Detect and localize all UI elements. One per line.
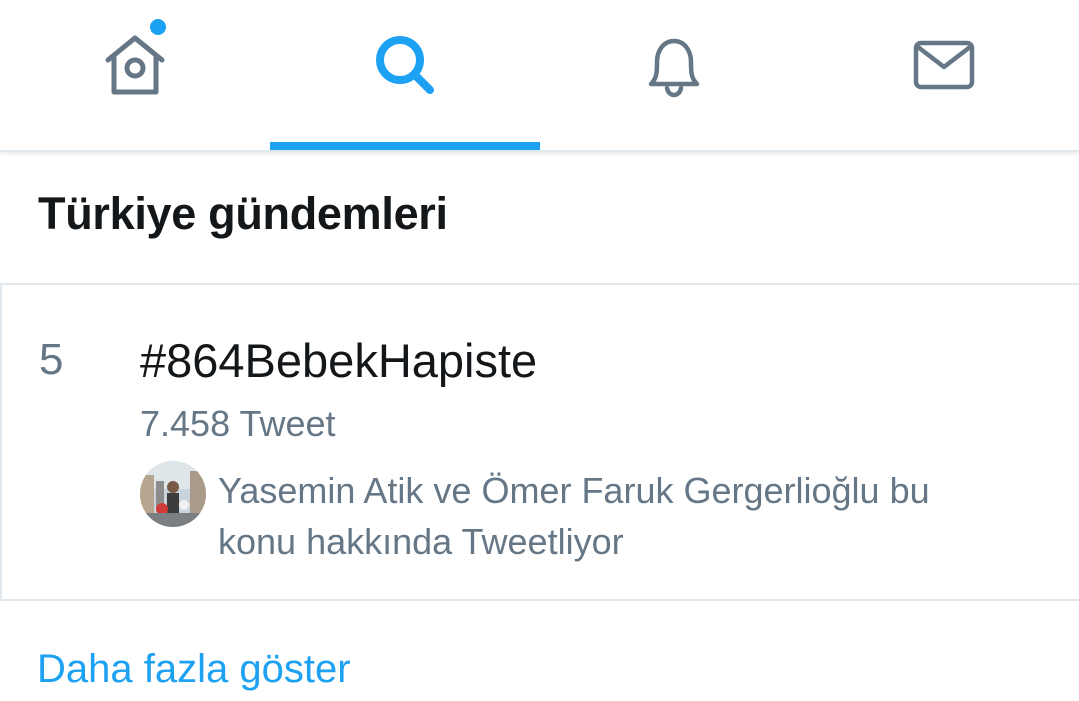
search-icon (375, 36, 434, 94)
notification-dot (150, 19, 166, 35)
trend-context-line2: konu hakkında Tweetliyor (218, 521, 624, 562)
section-header: Türkiye gündemleri (0, 152, 1079, 285)
tab-notifications[interactable] (540, 0, 810, 150)
tab-search[interactable] (269, 0, 540, 150)
trend-rank: 5 (39, 335, 64, 384)
trend-hashtag[interactable]: #864BebekHapiste (140, 333, 537, 388)
mail-icon (913, 40, 975, 90)
avatar (140, 461, 206, 527)
trend-context: Yasemin Atik ve Ömer Faruk Gergerlioğlu … (218, 465, 1038, 567)
home-icon (105, 35, 165, 95)
tab-messages[interactable] (809, 0, 1079, 150)
bell-icon (649, 38, 700, 98)
trend-context-line1: Yasemin Atik ve Ömer Faruk Gergerlioğlu … (218, 470, 930, 511)
show-more-link[interactable]: Daha fazla göster (37, 647, 351, 692)
section-title: Türkiye gündemleri (38, 188, 448, 239)
trend-tweet-count: 7.458 Tweet (140, 403, 336, 444)
tab-home[interactable] (0, 0, 270, 150)
trend-item[interactable]: 5 #864BebekHapiste 7.458 Tweet Yasemin A… (0, 285, 1079, 601)
tab-bar (0, 0, 1079, 152)
